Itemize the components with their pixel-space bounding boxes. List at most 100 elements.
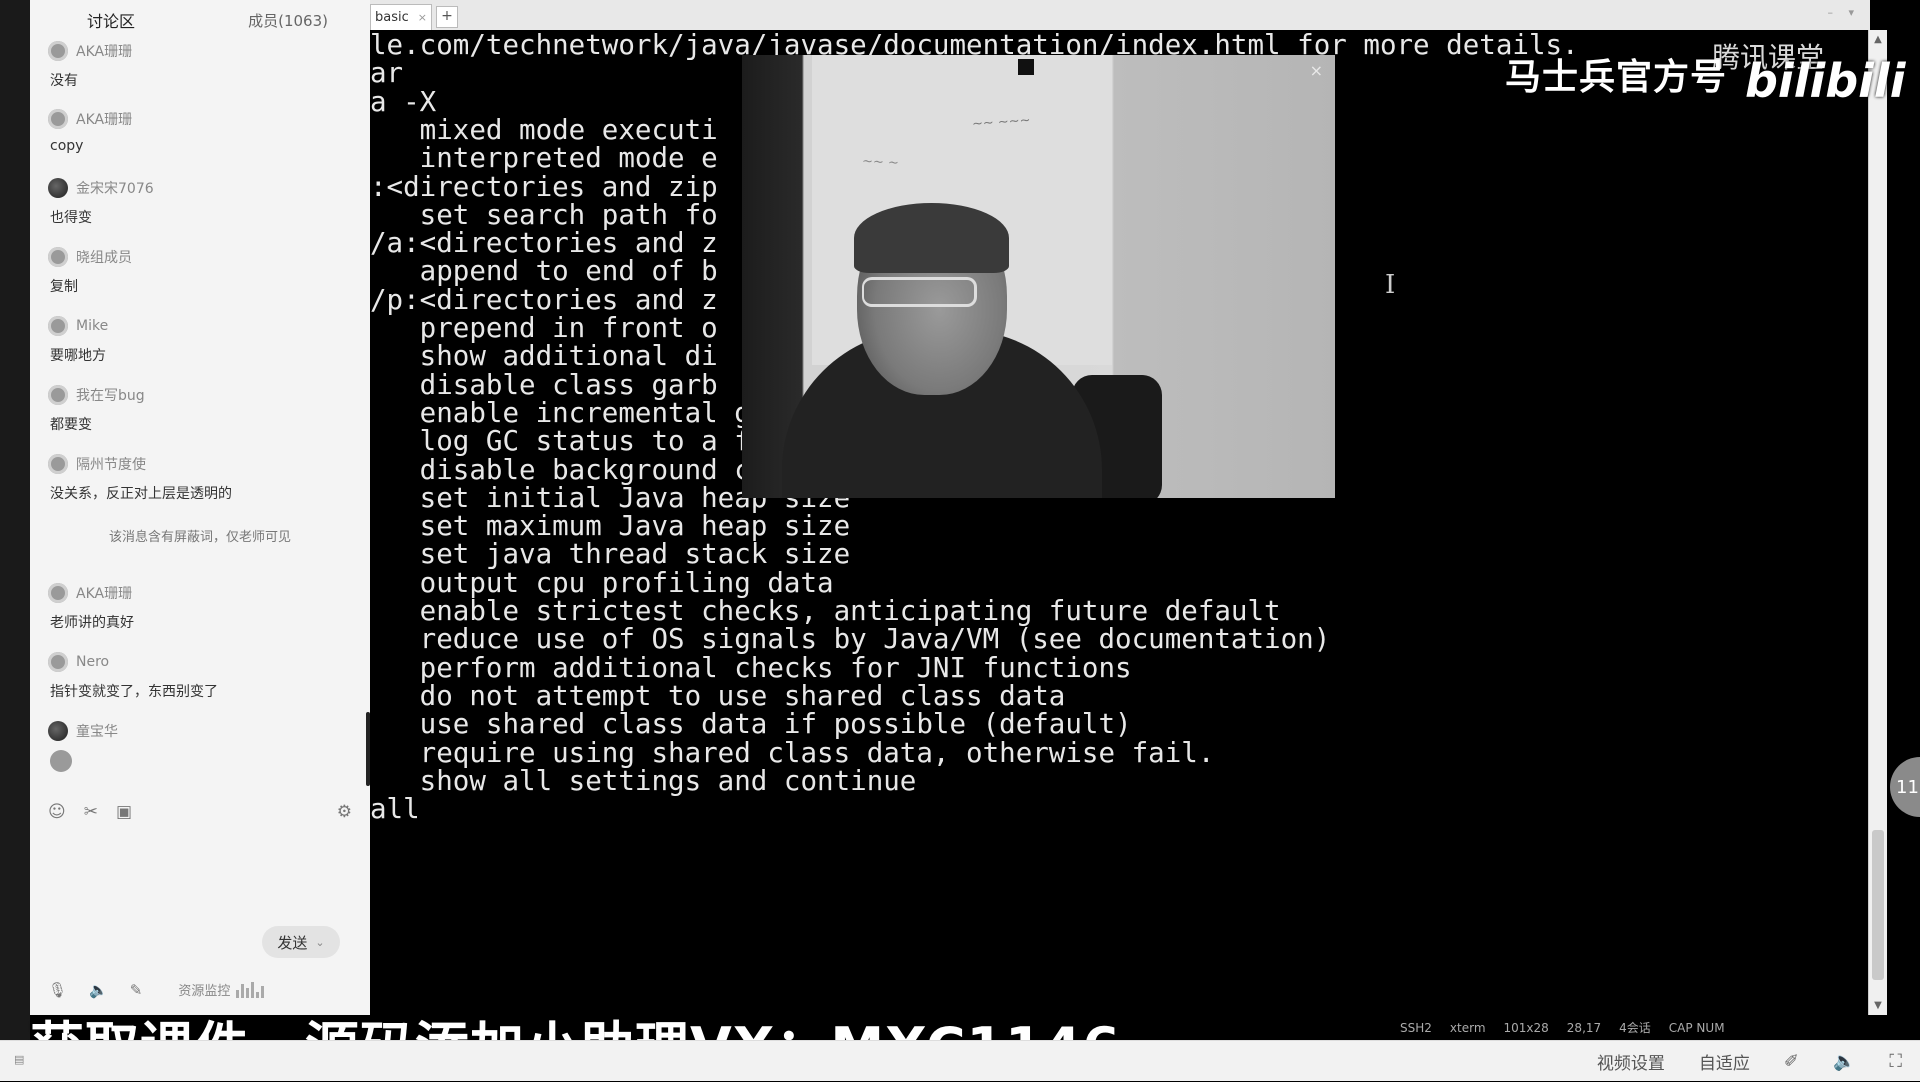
- chat-toolbar: ☺ ✂ ▣ ⚙: [48, 802, 352, 822]
- player-control-bar: ▤ 视频设置 自适应 ✐ 🔈 ⛶: [0, 1040, 1920, 1081]
- terminal-line: :<directories and zip: [370, 170, 718, 203]
- terminal-line: set java thread stack size: [370, 538, 851, 571]
- adaptive-button[interactable]: 自适应: [1699, 1049, 1750, 1074]
- avatar[interactable]: [48, 721, 68, 741]
- terminal-line: prepend in front o: [370, 312, 718, 344]
- chat-username: 我在写bug: [76, 388, 145, 404]
- chat-message: 隔州节度使 没关系，反正对上层是透明的: [48, 453, 358, 503]
- blocked-word-notice: 该消息含有屏蔽词，仅老师可见: [108, 530, 291, 545]
- window-controls[interactable]: – ▾: [1827, 6, 1860, 19]
- send-button[interactable]: 发送 ⌄: [262, 926, 340, 958]
- member-count[interactable]: 成员(1063): [248, 10, 328, 31]
- presenter-hair: [854, 203, 1009, 273]
- scroll-thumb[interactable]: [1872, 830, 1884, 980]
- glasses: [862, 277, 977, 307]
- chat-header: 讨论区 成员(1063): [30, 0, 370, 40]
- scissors-icon[interactable]: ✂: [84, 802, 98, 822]
- chat-text: 没有: [50, 73, 78, 89]
- terminal-line: /p:<directories and z: [370, 283, 718, 316]
- chat-text: 都要变: [50, 417, 92, 433]
- chat-text: copy: [50, 138, 84, 154]
- avatar[interactable]: [48, 583, 68, 603]
- chat-username: AKA珊珊: [76, 44, 133, 60]
- status-item: CAP NUM: [1668, 1020, 1725, 1035]
- chat-username: 隔州节度使: [76, 457, 146, 473]
- terminal-line: show all settings and continue: [370, 764, 917, 797]
- terminal-line: /a:<directories and z: [370, 227, 718, 260]
- terminal-line: all: [370, 793, 420, 826]
- avatar[interactable]: [48, 652, 68, 672]
- chat-username: AKA珊珊: [76, 112, 133, 128]
- chat-username: 晓组成员: [76, 250, 132, 266]
- new-tab-button[interactable]: +: [436, 6, 458, 28]
- chat-username: Nero: [76, 654, 110, 670]
- image-icon[interactable]: ▣: [116, 802, 132, 822]
- status-item: 101x28: [1503, 1020, 1549, 1035]
- side-badge[interactable]: 110: [1890, 757, 1920, 817]
- chat-text: 老师讲的真好: [50, 615, 134, 631]
- pin-icon[interactable]: ✐: [1784, 1051, 1799, 1072]
- chat-text: 要哪地方: [50, 348, 106, 364]
- discussion-panel: 讨论区 成员(1063) AKA珊珊 没有 AKA珊珊 copy 金宋宋7076…: [30, 0, 371, 1015]
- emoji-icon[interactable]: ☺: [48, 802, 66, 822]
- avatar[interactable]: [48, 316, 68, 336]
- chat-title[interactable]: 讨论区: [87, 8, 135, 32]
- chat-message: 童宝华: [48, 720, 358, 772]
- avatar[interactable]: [48, 247, 68, 267]
- terminal-line: use shared class data if possible (defau…: [370, 708, 1132, 741]
- avatar[interactable]: [48, 178, 68, 198]
- pen-icon[interactable]: ✎: [130, 981, 143, 999]
- chat-text: 复制: [50, 279, 78, 295]
- terminal-line: mixed mode executi: [370, 113, 718, 146]
- terminal-status-bar: SSH2 xterm 101x28 28,17 4会话 CAP NUM: [1400, 1015, 1870, 1040]
- avatar[interactable]: [48, 109, 68, 129]
- chevron-down-icon[interactable]: ⌄: [315, 936, 324, 949]
- terminal-line: perform additional checks for JNI functi…: [370, 651, 1132, 684]
- resource-monitor[interactable]: 资源监控: [178, 980, 265, 999]
- avatar[interactable]: [48, 41, 68, 61]
- chat-text: 指针变就变了，东西别变了: [50, 684, 218, 700]
- chat-username: AKA珊珊: [76, 586, 133, 602]
- status-item: 28,17: [1566, 1020, 1602, 1035]
- fullscreen-icon[interactable]: ⛶: [1889, 1051, 1902, 1072]
- chat-username: 金宋宋7076: [76, 181, 154, 197]
- terminal-scrollbar[interactable]: ▲ ▼: [1868, 30, 1887, 1015]
- terminal-line: a -X: [370, 85, 437, 118]
- webcam-marker: [1018, 59, 1034, 75]
- terminal-line: interpreted mode e: [370, 142, 718, 175]
- status-item: xterm: [1449, 1020, 1486, 1035]
- settings-icon[interactable]: ⚙: [337, 802, 352, 822]
- close-icon[interactable]: ×: [1310, 61, 1323, 80]
- text-cursor-icon: I: [1385, 270, 1396, 300]
- video-settings-button[interactable]: 视频设置: [1597, 1049, 1665, 1074]
- chat-message: 晓组成员 复制: [48, 246, 358, 296]
- player-menu-icon[interactable]: ▤: [14, 1053, 24, 1066]
- chat-bottom-bar: 🎙 🔈 ✎ 资源监控: [48, 980, 352, 999]
- chat-message: Mike 要哪地方: [48, 315, 358, 365]
- terminal-line: enable strictest checks, anticipating fu…: [370, 595, 1281, 627]
- speaker-icon[interactable]: 🔈: [89, 981, 108, 999]
- volume-icon[interactable]: 🔈: [1833, 1051, 1855, 1072]
- close-icon[interactable]: ×: [418, 11, 427, 24]
- terminal-line: disable class garb: [370, 368, 718, 401]
- webcam-overlay[interactable]: ~~ ~~~ ~~ ~ ×: [742, 55, 1335, 498]
- scroll-down-icon[interactable]: ▼: [1869, 1000, 1887, 1011]
- avatar[interactable]: [48, 385, 68, 405]
- tab-label: basic: [375, 10, 409, 25]
- tab-basic[interactable]: basic ×: [370, 4, 432, 30]
- microphone-icon[interactable]: 🎙: [48, 981, 67, 999]
- chat-message: AKA珊珊 copy: [48, 108, 358, 154]
- chat-message: 我在写bug 都要变: [48, 384, 358, 434]
- left-margin: [0, 0, 30, 1040]
- resource-monitor-label: 资源监控: [178, 984, 231, 999]
- terminal-line: reduce use of OS signals by Java/VM (see…: [370, 623, 1331, 656]
- terminal-line: require using shared class data, otherwi…: [370, 736, 1215, 769]
- brand-watermark: 马士兵官方号: [1505, 57, 1728, 98]
- terminal-line: set maximum Java heap size: [370, 510, 851, 543]
- terminal-line: output cpu profiling data: [370, 566, 834, 599]
- bilibili-logo: bilibili: [1745, 54, 1906, 108]
- chat-message: AKA珊珊 老师讲的真好: [48, 582, 358, 632]
- chat-username: Mike: [76, 318, 109, 334]
- avatar[interactable]: [48, 454, 68, 474]
- scroll-up-icon[interactable]: ▲: [1869, 34, 1887, 45]
